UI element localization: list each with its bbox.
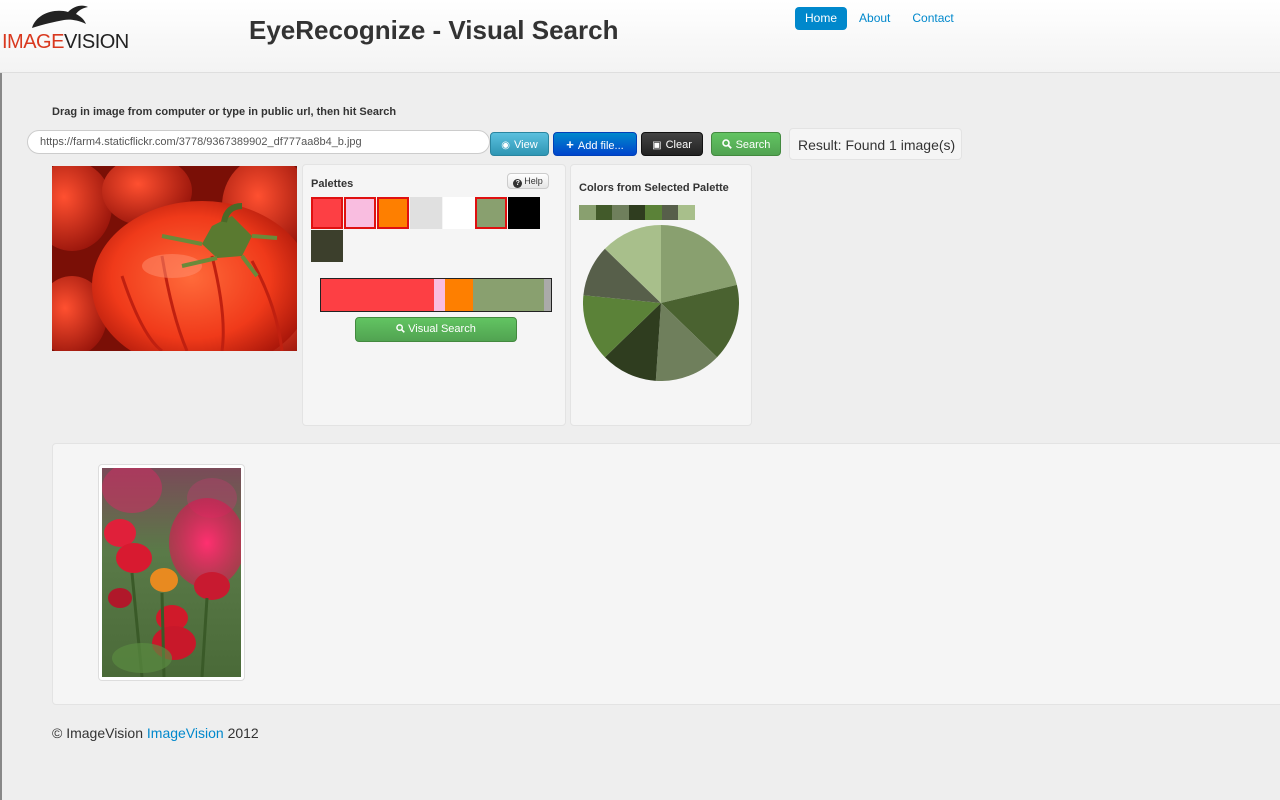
bar-segment: [433, 279, 446, 311]
view-button[interactable]: ◉ View: [490, 132, 549, 156]
bar-segment: [321, 279, 434, 311]
top-nav: Home About Contact: [795, 7, 966, 30]
palette-swatch[interactable]: [311, 230, 343, 262]
header: IMAGEVISION EyeRecognize - Visual Search…: [0, 0, 1280, 73]
search-icon: [721, 139, 732, 149]
selected-palette-panel: Colors from Selected Palette: [570, 164, 752, 426]
visual-search-button[interactable]: Visual Search: [355, 317, 517, 342]
selected-color-chip: [661, 205, 678, 220]
help-button[interactable]: ? Help: [507, 173, 549, 189]
palettes-panel: Palettes ? Help Visual Search: [302, 164, 566, 426]
footer-link[interactable]: ImageVision: [147, 725, 224, 741]
footer: © ImageVision ImageVision 2012: [52, 725, 259, 741]
picture-icon: ▣: [652, 140, 662, 151]
clear-button[interactable]: ▣ Clear: [641, 132, 703, 156]
bar-segment: [544, 279, 551, 311]
results-panel: [52, 443, 1280, 705]
selected-color-chip: [645, 205, 662, 220]
eye-icon: ◉: [501, 140, 511, 151]
selected-palette-title: Colors from Selected Palette: [579, 182, 729, 194]
nav-home[interactable]: Home: [795, 7, 848, 30]
logo-text-image: IMAGE: [2, 31, 64, 53]
result-image-roses: [102, 468, 241, 677]
selected-color-chip: [628, 205, 645, 220]
nav-contact[interactable]: Contact: [902, 7, 963, 30]
result-thumbnail[interactable]: [98, 464, 245, 681]
color-pie-chart: [583, 225, 739, 381]
palette-swatch[interactable]: [443, 197, 475, 229]
palette-swatch[interactable]: [475, 197, 507, 229]
search-button[interactable]: Search: [711, 132, 781, 156]
selected-color-strip: [579, 205, 695, 220]
logo[interactable]: IMAGEVISION: [2, 4, 129, 53]
palette-swatch[interactable]: [377, 197, 409, 229]
palette-swatch[interactable]: [311, 197, 343, 229]
footer-copyright: © ImageVision: [52, 725, 147, 741]
bar-segment: [472, 279, 545, 311]
rabbit-logo-icon: [32, 5, 88, 29]
source-image: [52, 166, 297, 351]
selected-color-chip: [612, 205, 629, 220]
question-icon: ?: [513, 179, 523, 188]
plus-icon: +: [566, 137, 574, 152]
logo-text-vision: VISION: [63, 31, 129, 53]
palette-swatch[interactable]: [410, 197, 442, 229]
page-left-edge: [0, 0, 2, 800]
result-status: Result: Found 1 image(s): [789, 128, 962, 160]
palette-swatch[interactable]: [508, 197, 540, 229]
palettes-title: Palettes: [311, 178, 354, 190]
palette-proportion-bar: [320, 278, 552, 312]
bar-segment: [445, 279, 473, 311]
url-input[interactable]: https://farm4.staticflickr.com/3778/9367…: [27, 130, 490, 154]
selected-color-chip: [678, 205, 695, 220]
palette-swatch[interactable]: [344, 197, 376, 229]
nav-about[interactable]: About: [849, 7, 900, 30]
instruction-text: Drag in image from computer or type in p…: [52, 106, 397, 118]
selected-color-chip: [595, 205, 612, 220]
add-file-button[interactable]: + Add file...: [553, 132, 637, 156]
page-title: EyeRecognize - Visual Search: [249, 15, 619, 45]
footer-year: 2012: [223, 725, 259, 741]
search-icon: [396, 324, 406, 333]
selected-color-chip: [579, 205, 596, 220]
